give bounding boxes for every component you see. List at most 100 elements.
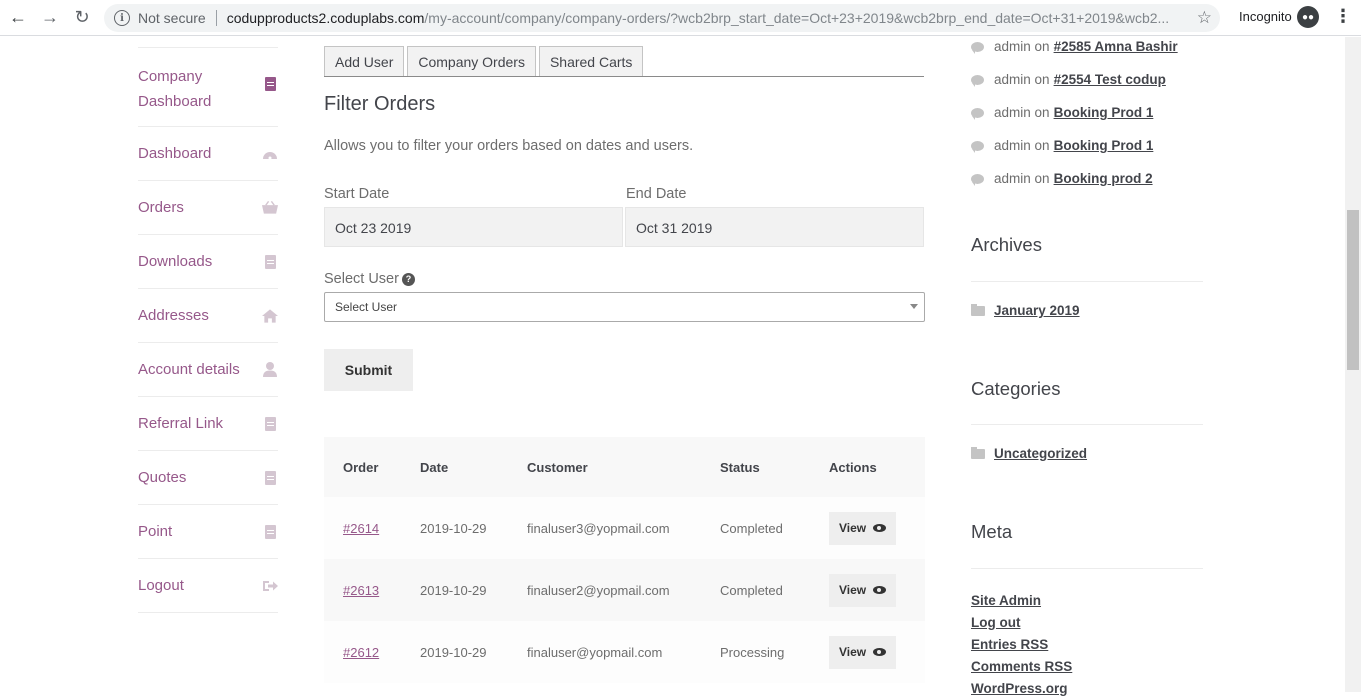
comment-bubble-icon: [971, 74, 984, 87]
nav-item-addresses[interactable]: Addresses: [138, 289, 278, 343]
comment-bubble-icon: [971, 173, 984, 186]
order-customer: finaluser@yopmail.com: [527, 644, 663, 660]
view-label: View: [839, 521, 867, 535]
archive-link[interactable]: January 2019: [994, 303, 1080, 318]
comment-item: admin on Booking Prod 1: [971, 129, 1178, 162]
comment-author: admin: [994, 105, 1031, 120]
back-arrow-icon[interactable]: ←: [2, 2, 34, 34]
menu-kebab-icon[interactable]: ⋮: [1334, 6, 1352, 27]
view-button[interactable]: View: [829, 635, 896, 669]
comment-on: on: [1034, 138, 1050, 153]
scrollbar-thumb[interactable]: [1347, 210, 1359, 370]
tab-add-user[interactable]: Add User: [324, 46, 405, 76]
select-user-dropdown[interactable]: Select User: [324, 292, 925, 322]
nav-item-label[interactable]: Addresses: [138, 303, 248, 328]
col-customer: Customer: [527, 459, 588, 475]
nav-item-logout[interactable]: Logout: [138, 559, 278, 613]
reload-icon[interactable]: ↻: [66, 2, 98, 34]
table-header: Order Date Customer Status Actions: [324, 437, 925, 497]
nav-item-dashboard[interactable]: Dashboard: [138, 127, 278, 181]
file-icon: [262, 524, 278, 540]
nav-item-orders[interactable]: Orders: [138, 181, 278, 235]
eye-icon: [873, 524, 887, 532]
start-date-input[interactable]: Oct 23 2019: [324, 207, 623, 247]
col-order: Order: [343, 459, 379, 475]
incognito-label: Incognito: [1239, 9, 1292, 24]
nav-item-label[interactable]: Orders: [138, 195, 248, 220]
select-user-value: Select User: [335, 300, 398, 314]
url-path: /my-account/company/company-orders/?wcb2…: [424, 10, 1170, 26]
eye-icon: [873, 586, 887, 594]
nav-item-point[interactable]: Point: [138, 505, 278, 559]
nav-item-label[interactable]: Account details: [138, 357, 248, 382]
order-link[interactable]: #2614: [343, 521, 379, 536]
url-host: codupproducts2.coduplabs.com: [226, 10, 425, 26]
nav-item-label[interactable]: Downloads: [138, 249, 248, 274]
comment-on: on: [1034, 39, 1050, 54]
nav-item-label[interactable]: Company Dashboard: [138, 64, 248, 114]
nav-item-quotes[interactable]: Quotes: [138, 451, 278, 505]
comment-post-link[interactable]: Booking Prod 1: [1054, 138, 1154, 153]
comment-post-link[interactable]: Booking prod 2: [1054, 171, 1153, 186]
view-button[interactable]: View: [829, 511, 896, 545]
end-date-input[interactable]: Oct 31 2019: [625, 207, 924, 247]
nav-item-label[interactable]: Point: [138, 519, 248, 544]
meta-logout-link[interactable]: Log out: [971, 615, 1020, 630]
view-button[interactable]: View: [829, 573, 896, 607]
nav-item-downloads[interactable]: Downloads: [138, 235, 278, 289]
nav-item-referral-link[interactable]: Referral Link: [138, 397, 278, 451]
meta-entries-rss-link[interactable]: Entries RSS: [971, 637, 1048, 652]
page-scrollbar[interactable]: [1345, 37, 1361, 692]
forward-arrow-icon[interactable]: →: [34, 2, 66, 34]
meta-title: Meta: [971, 521, 1013, 542]
nav-item-company-dashboard[interactable]: Company Dashboard: [138, 47, 278, 127]
meta-site-admin-link[interactable]: Site Admin: [971, 593, 1041, 608]
comment-on: on: [1034, 72, 1050, 87]
folder-icon: [971, 446, 985, 459]
table-row: #2612 2019-10-29 finaluser@yopmail.com P…: [324, 621, 925, 683]
comment-post-link[interactable]: #2554 Test codup: [1054, 72, 1166, 87]
order-link[interactable]: #2612: [343, 645, 379, 660]
category-link[interactable]: Uncategorized: [994, 446, 1087, 461]
eye-icon: [873, 648, 887, 656]
bookmark-star-icon[interactable]: ☆: [1197, 8, 1212, 28]
view-label: View: [839, 645, 867, 659]
comment-author: admin: [994, 72, 1031, 87]
chevron-down-icon: [910, 304, 918, 309]
archives-title: Archives: [971, 234, 1042, 255]
submit-button[interactable]: Submit: [324, 349, 413, 391]
user-icon: [262, 362, 278, 378]
select-user-label-text: Select User: [324, 271, 399, 287]
meta-comments-rss-link[interactable]: Comments RSS: [971, 659, 1072, 674]
filter-title: Filter Orders: [324, 93, 436, 115]
tab-company-orders[interactable]: Company Orders: [407, 46, 536, 76]
order-link[interactable]: #2613: [343, 583, 379, 598]
incognito-icon[interactable]: ●●: [1297, 6, 1319, 28]
divider: [215, 10, 217, 26]
nav-item-label[interactable]: Logout: [138, 573, 248, 598]
help-icon[interactable]: ?: [401, 272, 415, 286]
nav-item-label[interactable]: Referral Link: [138, 411, 248, 436]
gauge-icon: [262, 146, 278, 162]
meta-wordpress-link[interactable]: WordPress.org: [971, 681, 1068, 696]
order-date: 2019-10-29: [420, 520, 487, 536]
nav-item-label[interactable]: Quotes: [138, 465, 248, 490]
comment-post-link[interactable]: #2585 Amna Bashir: [1054, 39, 1178, 54]
filter-description: Allows you to filter your orders based o…: [324, 138, 694, 154]
tab-shared-carts[interactable]: Shared Carts: [538, 46, 644, 76]
col-status: Status: [720, 459, 760, 475]
table-row: #2613 2019-10-29 finaluser2@yopmail.com …: [324, 559, 925, 621]
col-date: Date: [420, 459, 449, 475]
select-user-label: Select User ?: [324, 271, 415, 287]
info-icon[interactable]: i: [114, 10, 130, 26]
nav-item-label[interactable]: Dashboard: [138, 141, 248, 166]
comment-item: admin on #2585 Amna Bashir: [971, 30, 1178, 63]
document-icon: [262, 76, 278, 92]
category-item: Uncategorized: [971, 446, 1087, 461]
comment-author: admin: [994, 171, 1031, 186]
address-bar[interactable]: i Not secure codupproducts2.coduplabs.co…: [104, 4, 1220, 32]
order-customer: finaluser2@yopmail.com: [527, 582, 670, 598]
comment-post-link[interactable]: Booking Prod 1: [1054, 105, 1154, 120]
nav-item-account-details[interactable]: Account details: [138, 343, 278, 397]
comment-on: on: [1034, 105, 1050, 120]
